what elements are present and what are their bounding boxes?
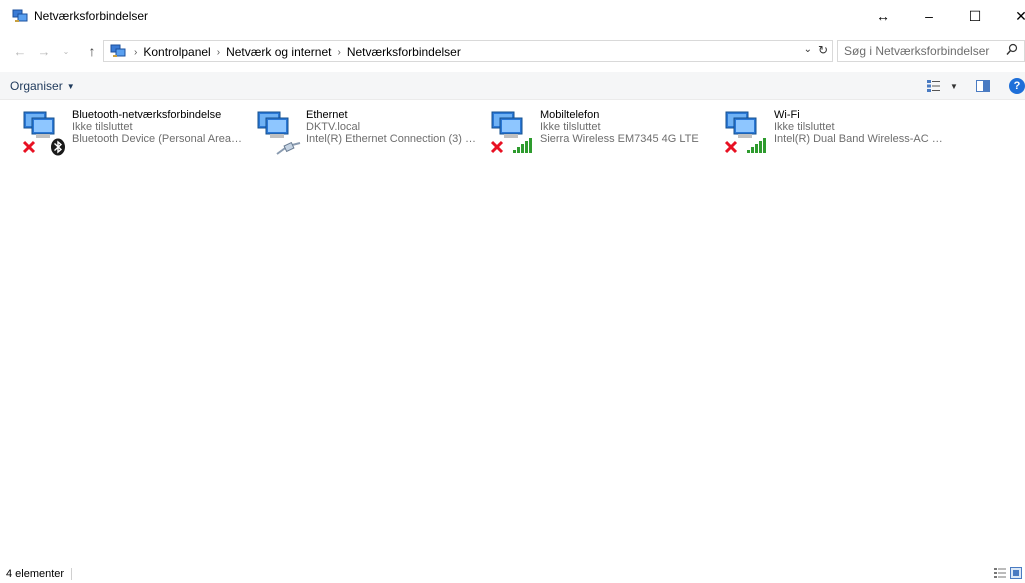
breadcrumb: › Kontrolpanel › Netværk og internet › N… [128, 45, 461, 59]
search-box[interactable] [837, 40, 1025, 62]
organise-label: Organiser [10, 79, 63, 93]
address-row: ← → ⌄ ↑ › Kontrolpanel › Netværk og inte… [0, 36, 1025, 66]
network-connections-icon [12, 9, 28, 22]
breadcrumb-item-netvaerk[interactable]: Netværk og internet [226, 45, 331, 59]
network-adapter-icon [256, 110, 302, 158]
resize-icon[interactable]: ↔ [860, 0, 906, 32]
recent-locations-button[interactable]: ⌄ [58, 42, 74, 60]
help-button[interactable]: ? [1009, 78, 1025, 94]
up-button[interactable]: ↑ [84, 42, 100, 60]
maximize-button[interactable]: ☐ [952, 0, 998, 32]
close-button[interactable]: ✕ [998, 0, 1025, 32]
connection-name: Ethernet [306, 109, 348, 121]
breadcrumb-item-netvaerksforbindelser[interactable]: Netværksforbindelser [347, 45, 461, 59]
chevron-right-icon[interactable]: › [337, 47, 340, 58]
signal-bars-icon [747, 138, 766, 153]
connection-text: Mobiltelefon Ikke tilsluttet Sierra Wire… [540, 109, 710, 145]
network-connections-icon [110, 44, 126, 57]
preview-pane-icon [976, 80, 990, 92]
connection-text: Bluetooth-netværksforbindelse Ikke tilsl… [72, 109, 242, 145]
connection-item-wifi[interactable]: Wi-Fi Ikke tilsluttet Intel(R) Dual Band… [702, 108, 944, 164]
connection-text: Ethernet DKTV.local Intel(R) Ethernet Co… [306, 109, 476, 145]
connections-list: Bluetooth-netværksforbindelse Ikke tilsl… [0, 104, 1025, 564]
back-button[interactable]: ← [12, 42, 28, 60]
search-input[interactable] [844, 43, 994, 59]
status-bar: 4 elementer [0, 565, 1025, 583]
connection-text: Wi-Fi Ikke tilsluttet Intel(R) Dual Band… [774, 109, 944, 145]
connection-status: Ikke tilsluttet [774, 121, 835, 133]
connection-item-bluetooth[interactable]: Bluetooth-netværksforbindelse Ikke tilsl… [0, 108, 242, 164]
connection-name: Bluetooth-netværksforbindelse [72, 109, 222, 121]
error-x-icon [724, 140, 738, 154]
connection-device: Intel(R) Dual Band Wireless-AC 72... [774, 133, 944, 145]
connection-device: Sierra Wireless EM7345 4G LTE [540, 133, 699, 145]
chevron-right-icon[interactable]: › [217, 47, 220, 58]
connection-item-mobile[interactable]: Mobiltelefon Ikke tilsluttet Sierra Wire… [468, 108, 699, 164]
error-x-icon [22, 140, 36, 154]
ethernet-cable-icon [276, 142, 301, 155]
details-view-icon[interactable] [994, 567, 1006, 579]
connection-device: Intel(R) Ethernet Connection (3) I... [306, 133, 476, 145]
breadcrumb-item-kontrolpanel[interactable]: Kontrolpanel [143, 45, 210, 59]
caret-down-icon: ▼ [66, 81, 75, 91]
preview-pane-button[interactable] [976, 78, 990, 94]
connection-device: Bluetooth Device (Personal Area ... [72, 133, 242, 145]
connection-status: Ikke tilsluttet [72, 121, 133, 133]
change-view-button[interactable] [926, 78, 942, 94]
network-adapter-icon [490, 110, 536, 158]
signal-bars-icon [513, 138, 532, 153]
chevron-down-icon[interactable]: ⌄ [804, 44, 812, 55]
chevron-right-icon: › [134, 46, 138, 58]
forward-button[interactable]: → [36, 42, 52, 60]
large-icons-view-icon[interactable] [1010, 567, 1022, 579]
view-details-icon [927, 80, 940, 92]
caret-down-icon[interactable]: ▼ [950, 78, 958, 94]
title-bar: Netværksforbindelser ↔ – ☐ ✕ [0, 0, 1025, 32]
search-icon[interactable] [1006, 43, 1018, 57]
connection-status: Ikke tilsluttet [540, 121, 601, 133]
network-adapter-icon [724, 110, 770, 158]
refresh-icon[interactable]: ↻ [818, 43, 828, 57]
connection-name: Wi-Fi [774, 109, 800, 121]
network-adapter-icon [22, 110, 68, 158]
address-bar[interactable]: › Kontrolpanel › Netværk og internet › N… [103, 40, 833, 62]
bluetooth-icon [51, 138, 65, 156]
view-toggle [994, 567, 1022, 579]
divider [71, 568, 72, 580]
organise-button[interactable]: Organiser ▼ [10, 79, 75, 93]
connection-status: DKTV.local [306, 121, 361, 133]
connection-name: Mobiltelefon [540, 109, 600, 121]
connection-item-ethernet[interactable]: Ethernet DKTV.local Intel(R) Ethernet Co… [234, 108, 476, 164]
help-icon: ? [1009, 78, 1025, 94]
item-count: 4 elementer [6, 568, 65, 580]
command-bar: Organiser ▼ ▼ ? [0, 72, 1025, 100]
minimize-button[interactable]: – [906, 0, 952, 32]
error-x-icon [490, 140, 504, 154]
window-title: Netværksforbindelser [34, 9, 149, 23]
